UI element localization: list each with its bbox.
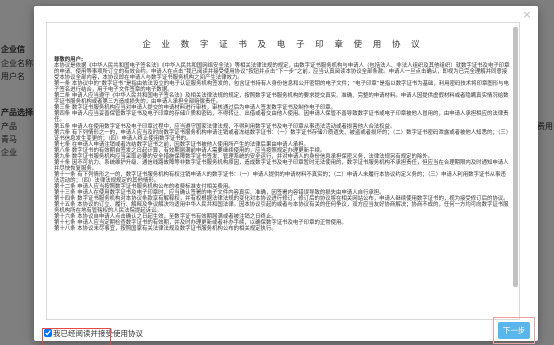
agreement-text: 尊敬的用户: 本协议是依据《中华人民共和国电子签名法》《中华人民共和国网络安全法》… — [47, 57, 519, 232]
agree-highlight-box — [42, 328, 111, 345]
agreement-paragraph: 第二条 申请人应当遵守《中华人民共和国电子签名法》及相关法律法规的规定，按照数字… — [54, 93, 509, 106]
agreement-paragraph: 第十八条 本协议未尽事宜，按照国家有关法律法规及数字证书服务机构公布的相关规定执… — [54, 226, 277, 233]
agreement-scroll-area[interactable]: 企 业 数 字 证 书 及 电 子 印 章 使 用 协 议 尊敬的用户: 本协议是… — [46, 22, 520, 320]
agreement-paragraph: 第六条 有下列情形之一的，申请人应当及时向数字证书服务机构申请注销或者冻结数字证… — [54, 129, 509, 142]
agreement-paragraph: 第一条 本协议中的“数字证书”是指由依法设立的电子认证服务机构签发的，包含证书持… — [54, 81, 509, 94]
agreement-paragraph: 第十条 因不可抗力、系统维护升级、通信线路故障等非数字证书服务机构原因，造成数字… — [54, 159, 509, 172]
agreement-title: 企 业 数 字 证 书 及 电 子 印 章 使 用 协 议 — [142, 40, 424, 50]
agreement-modal: × 企 业 数 字 证 书 及 电 子 印 章 使 用 协 议 尊敬的用户: 本协… — [34, 6, 538, 345]
agreement-paragraph: 第四条 申请人应当妥善保管数字证书及电子印章的存储介质和密码，不得转让、出借或者… — [54, 111, 509, 124]
agreement-paragraph: 第十五条 本协议的订立、履行、解释及争议解决均适用中华人民共和国法律。因本协议引… — [54, 202, 509, 215]
scrollbar-thumb[interactable] — [513, 27, 518, 287]
next-step-highlight-box — [493, 317, 535, 344]
agreement-paragraph: 本协议是依据《中华人民共和国电子签名法》《中华人民共和国网络安全法》等相关法律法… — [54, 63, 510, 82]
close-icon[interactable]: × — [521, 9, 533, 21]
agreement-paragraph: 第十一条 有下列情形之一的，数字证书服务机构有权注销申请人的数字证书：（一）申请… — [54, 171, 506, 184]
